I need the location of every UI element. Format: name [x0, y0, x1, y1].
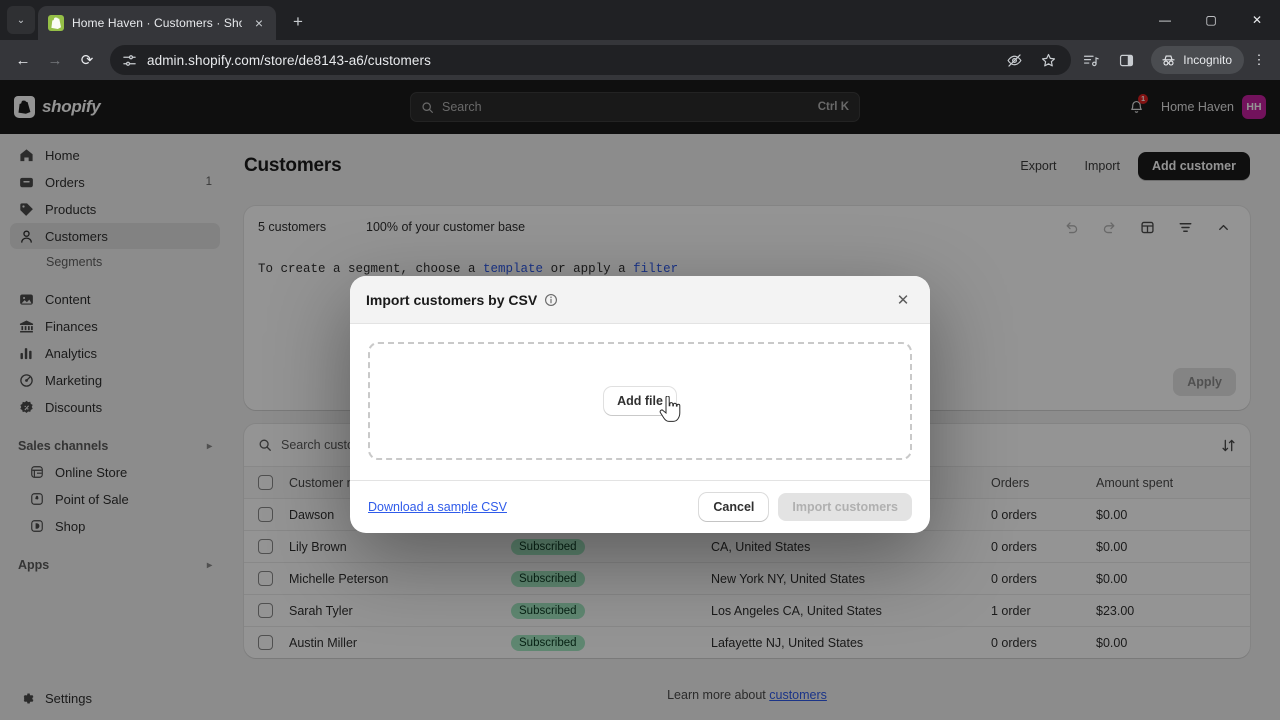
browser-window: ⌄ Home Haven · Customers · Sho × + — ▢ ✕… [0, 0, 1280, 720]
incognito-icon [1160, 52, 1177, 69]
side-panel-icon[interactable] [1115, 49, 1137, 71]
browser-toolbar: ← → ⟳ admin.shopify.com/store/de8143-a6/… [0, 40, 1280, 80]
window-minimize-button[interactable]: — [1142, 0, 1188, 40]
modal-header: Import customers by CSV ✕ [350, 276, 930, 324]
reading-list-icon[interactable] [1079, 49, 1101, 71]
incognito-indicator[interactable]: Incognito [1151, 46, 1244, 74]
window-maximize-button[interactable]: ▢ [1188, 0, 1234, 40]
forward-button[interactable]: → [40, 45, 70, 75]
modal-body: Add file [350, 324, 930, 480]
download-sample-csv-link[interactable]: Download a sample CSV [368, 500, 507, 514]
incognito-label: Incognito [1183, 53, 1232, 67]
tab-title: Home Haven · Customers · Sho [72, 16, 242, 30]
modal-title: Import customers by CSV [366, 291, 538, 308]
info-icon[interactable] [544, 293, 558, 307]
tab-close-icon[interactable]: × [250, 16, 268, 30]
address-bar-url: admin.shopify.com/store/de8143-a6/custom… [147, 52, 431, 68]
window-close-button[interactable]: ✕ [1234, 0, 1280, 40]
cancel-button[interactable]: Cancel [699, 493, 769, 521]
address-bar[interactable]: admin.shopify.com/store/de8143-a6/custom… [110, 45, 1072, 75]
file-dropzone[interactable]: Add file [368, 342, 912, 460]
back-button[interactable]: ← [8, 45, 38, 75]
modal-footer: Download a sample CSV Cancel Import cust… [350, 480, 930, 533]
bookmark-star-icon[interactable] [1037, 49, 1059, 71]
import-customers-modal: Import customers by CSV ✕ Add file Downl… [350, 276, 930, 533]
tab-strip: ⌄ Home Haven · Customers · Sho × + — ▢ ✕ [0, 0, 1280, 40]
eye-off-icon[interactable] [1003, 49, 1025, 71]
reload-button[interactable]: ⟳ [72, 45, 102, 75]
shopify-favicon-icon [48, 15, 64, 31]
window-controls: — ▢ ✕ [1142, 0, 1280, 40]
add-file-button[interactable]: Add file [604, 387, 676, 415]
tab-search-chevron-icon[interactable]: ⌄ [7, 6, 35, 34]
close-icon[interactable]: ✕ [892, 289, 914, 311]
browser-menu-button[interactable]: ⋮ [1246, 45, 1272, 75]
new-tab-button[interactable]: + [284, 8, 312, 36]
site-settings-icon[interactable] [122, 53, 137, 68]
modal-footer-actions: Cancel Import customers [699, 493, 912, 521]
browser-tab[interactable]: Home Haven · Customers · Sho × [38, 6, 276, 40]
import-customers-button: Import customers [778, 493, 912, 521]
